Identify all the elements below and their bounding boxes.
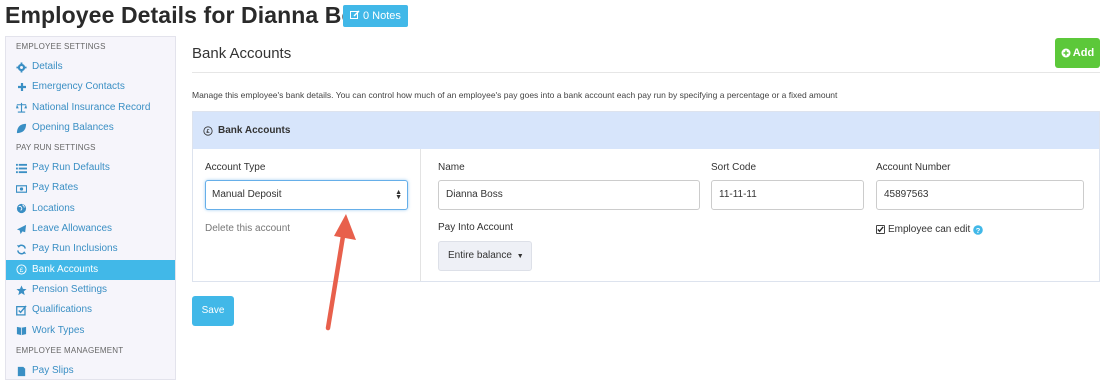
star-icon bbox=[16, 285, 27, 296]
sort-code-input[interactable]: 11-11-11 bbox=[711, 180, 864, 210]
sidebar-item-qualifications[interactable]: Qualifications bbox=[6, 300, 175, 320]
sidebar-item-details[interactable]: Details bbox=[6, 57, 175, 77]
section-title: Bank Accounts bbox=[192, 45, 292, 62]
sidebar-section-pay-run-settings: PAY RUN SETTINGS bbox=[16, 143, 96, 153]
account-type-value: Manual Deposit bbox=[212, 189, 282, 200]
add-button[interactable]: Add bbox=[1055, 38, 1100, 68]
edit-icon bbox=[350, 10, 360, 19]
sidebar-item-label: Work Types bbox=[32, 324, 85, 336]
file-icon bbox=[16, 366, 27, 377]
name-label: Name bbox=[438, 162, 465, 173]
sidebar-item-national-insurance-record[interactable]: National Insurance Record bbox=[6, 98, 175, 118]
sidebar-item-label: National Insurance Record bbox=[32, 101, 151, 113]
sidebar-item-label: Pension Settings bbox=[32, 283, 108, 295]
sidebar-item-pay-rates[interactable]: Pay Rates bbox=[6, 178, 175, 198]
page-header: Employee Details for Dianna Boss 0 Notes bbox=[0, 0, 1105, 34]
name-value: Dianna Boss bbox=[446, 189, 503, 200]
sort-code-value: 11-11-11 bbox=[719, 189, 757, 200]
sidebar-item-label: Bank Accounts bbox=[32, 263, 99, 275]
help-icon[interactable]: ? bbox=[973, 224, 984, 235]
description-text: Manage this employee's bank details. You… bbox=[192, 90, 838, 100]
gear-icon bbox=[16, 62, 27, 73]
pound-circle-icon: £ bbox=[16, 264, 27, 275]
sidebar-item-label: Qualifications bbox=[32, 304, 93, 316]
employee-can-edit-label: Employee can edit bbox=[888, 224, 971, 235]
svg-text:£: £ bbox=[20, 267, 24, 274]
name-input[interactable]: Dianna Boss bbox=[438, 180, 700, 210]
leaf-icon bbox=[16, 123, 27, 134]
sidebar-item-label: Locations bbox=[32, 202, 75, 214]
annotation-arrow bbox=[325, 214, 356, 331]
pay-into-account-label: Pay Into Account bbox=[438, 222, 514, 233]
sidebar-item-label: Pay Slips bbox=[32, 364, 74, 376]
delete-account-link[interactable]: Delete this account bbox=[205, 223, 290, 234]
plane-icon bbox=[16, 224, 27, 235]
account-number-input[interactable]: 45897563 bbox=[876, 180, 1084, 210]
sidebar-item-pay-slips[interactable]: Pay Slips bbox=[6, 361, 175, 379]
sidebar-item-emergency-contacts[interactable]: Emergency Contacts bbox=[6, 77, 175, 97]
sidebar-item-bank-accounts[interactable]: £ Bank Accounts bbox=[6, 259, 175, 280]
sidebar-item-leave-allowances[interactable]: Leave Allowances bbox=[6, 219, 175, 239]
balance-scale-icon bbox=[16, 102, 27, 113]
save-button[interactable]: Save bbox=[192, 296, 234, 326]
account-type-label: Account Type bbox=[205, 162, 266, 173]
sidebar-item-label: Pay Rates bbox=[32, 182, 79, 194]
panel-header: £ Bank Accounts bbox=[193, 112, 1099, 149]
account-number-label: Account Number bbox=[876, 162, 951, 173]
refresh-icon bbox=[16, 244, 27, 255]
sidebar-item-locations[interactable]: Locations bbox=[6, 199, 175, 219]
sidebar-section-employee-management: EMPLOYEE MANAGEMENT bbox=[16, 345, 124, 355]
employee-can-edit-row: Employee can edit ? bbox=[876, 224, 984, 235]
sort-code-label: Sort Code bbox=[711, 162, 757, 173]
sidebar-item-pay-run-inclusions[interactable]: Pay Run Inclusions bbox=[6, 239, 175, 259]
money-icon bbox=[16, 183, 27, 194]
notes-button[interactable]: 0 Notes bbox=[343, 5, 408, 27]
divider bbox=[192, 72, 1100, 73]
list-icon bbox=[16, 163, 27, 174]
sidebar-item-pension-settings[interactable]: Pension Settings bbox=[6, 280, 175, 300]
check-square-icon bbox=[16, 305, 27, 316]
sidebar-section-employee-settings: EMPLOYEE SETTINGS bbox=[16, 42, 106, 51]
pay-into-value: Entire balance bbox=[448, 250, 512, 261]
sidebar-item-label: Leave Allowances bbox=[32, 223, 113, 235]
sidebar-item-label: Pay Run Defaults bbox=[32, 162, 110, 174]
sidebar-item-label: Opening Balances bbox=[32, 121, 114, 133]
caret-down-icon: ▼ bbox=[516, 253, 524, 260]
sidebar: EMPLOYEE SETTINGS Details Emergency Cont… bbox=[5, 36, 176, 380]
sidebar-item-pay-run-defaults[interactable]: Pay Run Defaults bbox=[6, 158, 175, 178]
sidebar-item-label: Pay Run Inclusions bbox=[32, 243, 118, 255]
pound-circle-icon: £ bbox=[203, 125, 213, 136]
sidebar-item-label: Emergency Contacts bbox=[32, 81, 125, 93]
svg-text:?: ? bbox=[976, 225, 981, 234]
sidebar-item-opening-balances[interactable]: Opening Balances bbox=[6, 118, 175, 138]
plus-circle-icon bbox=[1061, 48, 1071, 58]
svg-text:£: £ bbox=[206, 129, 210, 135]
add-label: Add bbox=[1072, 47, 1095, 59]
sidebar-item-label: Details bbox=[32, 61, 63, 72]
pay-into-account-dropdown[interactable]: Entire balance ▼ bbox=[438, 241, 532, 271]
globe-icon bbox=[16, 203, 27, 214]
panel-title: Bank Accounts bbox=[218, 125, 291, 136]
plus-icon bbox=[16, 82, 27, 93]
notes-label: 0 Notes bbox=[363, 10, 401, 22]
page-title: Employee Details for Dianna Boss bbox=[5, 2, 382, 28]
account-number-value: 45897563 bbox=[884, 189, 929, 200]
check-icon bbox=[877, 226, 884, 233]
employee-can-edit-checkbox[interactable] bbox=[876, 225, 885, 234]
select-arrows-icon: ▲ ▼ bbox=[395, 189, 402, 201]
book-icon bbox=[16, 325, 27, 336]
sidebar-item-work-types[interactable]: Work Types bbox=[6, 321, 175, 341]
